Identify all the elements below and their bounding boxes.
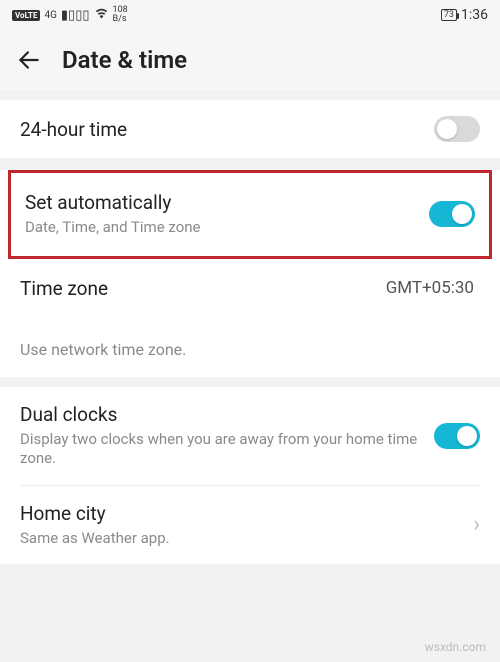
network-gen: 4G xyxy=(44,10,56,21)
row-timezone[interactable]: Time zone GMT+05:30 xyxy=(0,261,500,316)
row-24hour[interactable]: 24-hour time xyxy=(0,100,500,158)
row-set-automatically[interactable]: Set automatically Date, Time, and Time z… xyxy=(11,173,489,256)
row-timezone-title: Time zone xyxy=(20,277,386,300)
highlight-set-automatically: Set automatically Date, Time, and Time z… xyxy=(8,170,492,259)
toggle-set-automatically[interactable] xyxy=(429,201,475,227)
row-homecity-sub: Same as Weather app. xyxy=(20,529,473,549)
row-dual-sub: Display two clocks when you are away fro… xyxy=(20,430,434,469)
signal-icon: ▮▯▯▯ xyxy=(61,8,90,23)
row-timezone-value: GMT+05:30 xyxy=(386,278,474,298)
row-dual-clocks[interactable]: Dual clocks Display two clocks when you … xyxy=(0,387,500,485)
row-24hour-title: 24-hour time xyxy=(20,118,434,141)
page-title: Date & time xyxy=(62,46,187,74)
status-left: VoLTE 4G ▮▯▯▯ 108B/s xyxy=(12,6,128,24)
row-auto-sub: Date, Time, and Time zone xyxy=(25,218,429,238)
chevron-right-icon: › xyxy=(473,512,480,537)
row-auto-title: Set automatically xyxy=(25,191,429,214)
row-home-city[interactable]: Home city Same as Weather app. › xyxy=(0,486,500,565)
status-clock: 1:36 xyxy=(461,7,488,23)
toggle-24hour[interactable] xyxy=(434,116,480,142)
status-bar: VoLTE 4G ▮▯▯▯ 108B/s 73 1:36 xyxy=(0,0,500,30)
status-right: 73 1:36 xyxy=(441,7,488,23)
netspeed: 108B/s xyxy=(113,6,128,24)
back-icon[interactable] xyxy=(16,47,42,73)
wifi-icon xyxy=(94,7,109,23)
row-homecity-title: Home city xyxy=(20,502,473,525)
toggle-dual-clocks[interactable] xyxy=(434,423,480,449)
row-dual-title: Dual clocks xyxy=(20,403,434,426)
watermark: wsxdn.com xyxy=(425,640,486,654)
battery-icon: 73 xyxy=(441,9,457,21)
timezone-footnote: Use network time zone. xyxy=(0,316,500,377)
volte-badge: VoLTE xyxy=(12,10,40,21)
titlebar: Date & time xyxy=(0,30,500,90)
